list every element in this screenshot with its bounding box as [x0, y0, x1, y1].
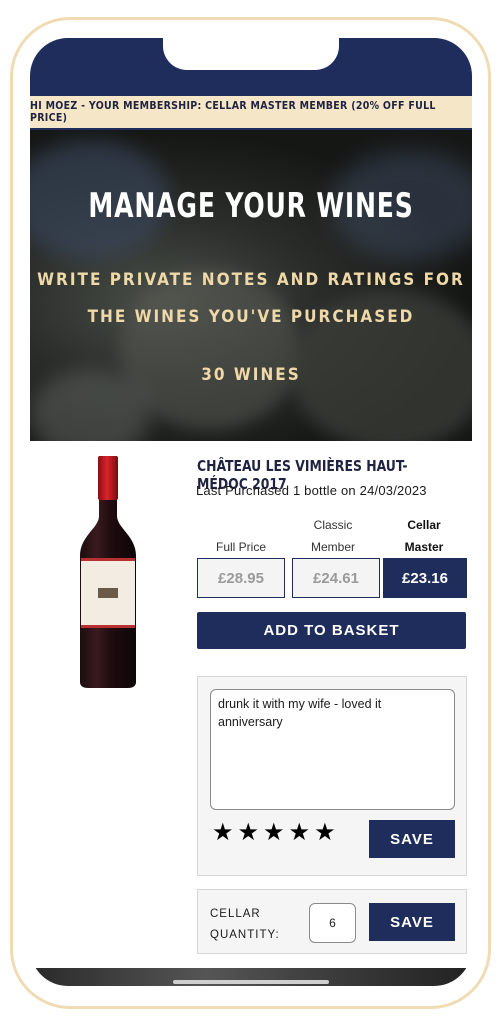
cellar-quantity-input[interactable]: 6 — [309, 903, 356, 943]
classic-member-label-line2: Member — [310, 540, 355, 554]
star-rating: ★ ★ ★ ★ ★ — [212, 821, 336, 845]
classic-member-label-line1: Classic — [313, 518, 353, 532]
classic-member-price-value: £24.61 — [313, 569, 359, 587]
phone-notch — [163, 38, 339, 70]
cellar-quantity-panel: CELLAR QUANTITY: 6 SAVE — [197, 889, 467, 954]
add-to-basket-button[interactable]: ADD TO BASKET — [197, 612, 466, 649]
last-purchased: Last Purchased 1 bottle on 24/03/2023 — [196, 483, 427, 498]
bottle-icon — [80, 456, 136, 688]
star-icon[interactable]: ★ — [289, 821, 311, 845]
cellar-master-label-line2: Master — [404, 540, 444, 554]
classic-member-price-option[interactable]: £24.61 — [292, 558, 380, 598]
hero-section: MANAGE YOUR WINES WRITE PRIVATE NOTES AN… — [30, 130, 472, 441]
page-title: MANAGE YOUR WINES — [88, 186, 414, 226]
full-price-option[interactable]: £28.95 — [197, 558, 285, 598]
cellar-master-label-line1: Cellar — [407, 518, 441, 532]
cellar-quantity-label: CELLAR QUANTITY: — [210, 908, 280, 941]
save-quantity-button[interactable]: SAVE — [369, 903, 455, 941]
star-icon[interactable]: ★ — [263, 821, 285, 845]
hero-subtitle: WRITE PRIVATE NOTES AND RATINGS FOR THE … — [37, 270, 465, 327]
star-icon[interactable]: ★ — [212, 821, 234, 845]
star-icon[interactable]: ★ — [238, 821, 260, 845]
cellar-master-price-value: £23.16 — [402, 569, 448, 587]
full-price-value: £28.95 — [218, 569, 264, 587]
full-price-label: Full Price — [215, 540, 266, 554]
save-notes-button[interactable]: SAVE — [369, 820, 455, 858]
cellar-master-price-option[interactable]: £23.16 — [383, 558, 467, 598]
star-icon[interactable]: ★ — [314, 821, 336, 845]
notes-panel: drunk it with my wife - loved it anniver… — [197, 676, 467, 876]
home-indicator[interactable] — [173, 980, 329, 984]
membership-banner-text: HI MOEZ - YOUR MEMBERSHIP: CELLAR MASTER… — [30, 100, 436, 124]
membership-banner: HI MOEZ - YOUR MEMBERSHIP: CELLAR MASTER… — [30, 96, 472, 130]
wine-count: 30 WINES — [201, 365, 301, 385]
wine-bottle-image[interactable] — [78, 456, 138, 688]
private-notes-textarea[interactable]: drunk it with my wife - loved it anniver… — [210, 689, 455, 810]
app-screen: HI MOEZ - YOUR MEMBERSHIP: CELLAR MASTER… — [30, 38, 472, 986]
